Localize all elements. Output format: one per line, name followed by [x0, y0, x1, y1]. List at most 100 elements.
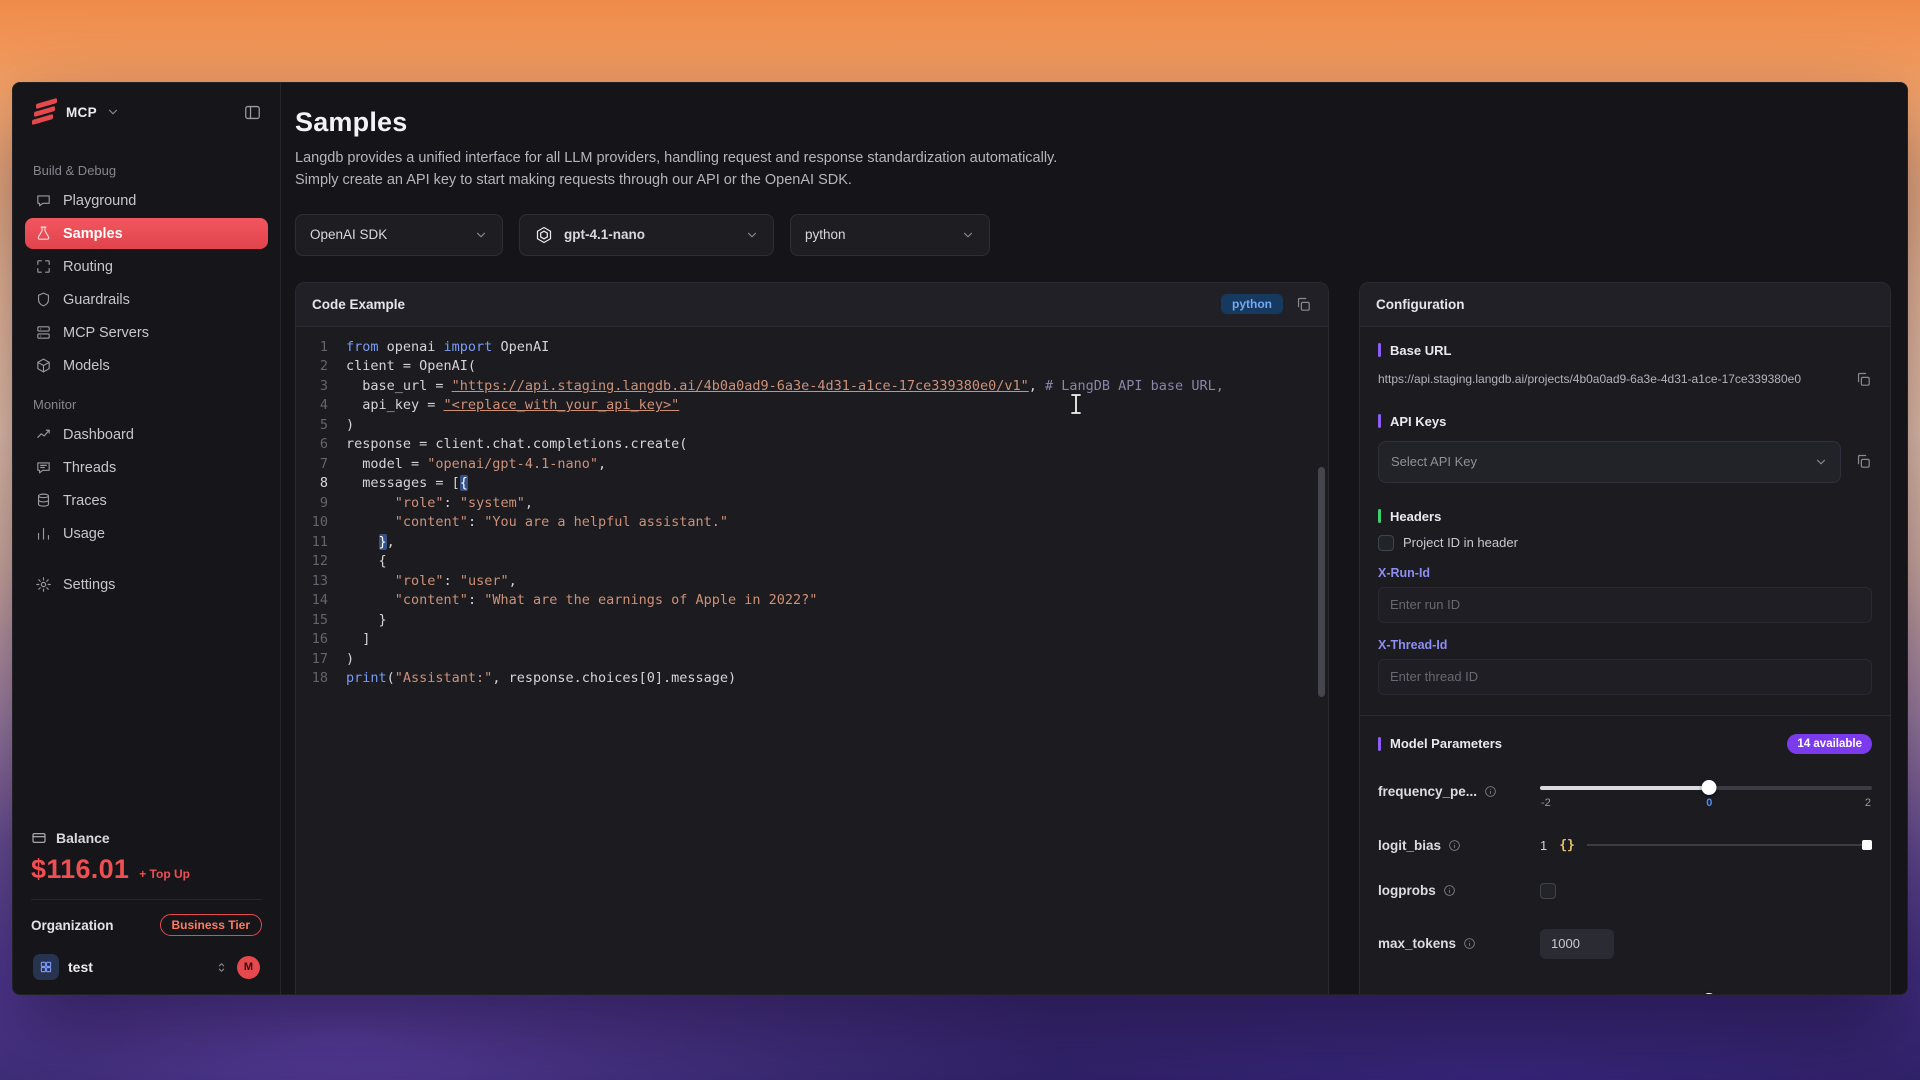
chevron-down-icon — [474, 228, 488, 242]
sidebar-item-label: Dashboard — [63, 427, 134, 443]
dashboard-icon — [35, 426, 52, 443]
line-content: response = client.chat.completions.creat… — [346, 435, 687, 455]
kv-count: 1 — [1540, 838, 1547, 853]
copy-api-key-icon[interactable] — [1855, 453, 1872, 470]
line-number: 12 — [296, 552, 346, 572]
sdk-select[interactable]: OpenAI SDK — [295, 214, 503, 256]
param-label: logit_bias — [1378, 838, 1530, 853]
code-line: 1from openai import OpenAI — [296, 338, 1328, 358]
code-editor[interactable]: 1from openai import OpenAI2client = Open… — [296, 327, 1328, 994]
line-number: 17 — [296, 650, 346, 670]
collapse-sidebar-icon[interactable] — [243, 103, 262, 122]
sidebar-item-traces[interactable]: Traces — [25, 485, 268, 516]
sidebar-item-routing[interactable]: Routing — [25, 251, 268, 282]
api-key-select[interactable]: Select API Key — [1378, 441, 1841, 483]
sidebar-item-dashboard[interactable]: Dashboard — [25, 419, 268, 450]
sidebar-item-playground[interactable]: Playground — [25, 185, 268, 216]
x-thread-id-label: X-Thread-Id — [1378, 638, 1872, 652]
sidebar-item-guardrails[interactable]: Guardrails — [25, 284, 268, 315]
param-row-logprobs: logprobs — [1378, 883, 1872, 899]
tier-badge: Business Tier — [160, 914, 262, 936]
sidebar-item-label: Usage — [63, 526, 105, 542]
line-number: 8 — [296, 474, 346, 494]
sidebar-item-usage[interactable]: Usage — [25, 518, 268, 549]
project-id-checkbox[interactable] — [1378, 535, 1394, 551]
sort-chevrons-icon — [215, 961, 228, 974]
thread-id-input[interactable] — [1378, 659, 1872, 695]
param-input-max_tokens[interactable]: 1000 — [1540, 929, 1614, 959]
slider-value-label: 0 — [1706, 797, 1712, 809]
usage-icon — [35, 525, 52, 542]
account-switcher[interactable]: test M — [31, 948, 262, 984]
workspace-switcher[interactable]: MCP — [25, 97, 268, 125]
param-row-max_tokens: max_tokens1000 — [1378, 929, 1872, 959]
page-description-line1: Langdb provides a unified interface for … — [295, 147, 1891, 169]
line-content: print("Assistant:", response.choices[0].… — [346, 669, 736, 689]
sidebar-item-label: MCP Servers — [63, 325, 149, 341]
line-number: 13 — [296, 572, 346, 592]
main-content: Samples Langdb provides a unified interf… — [281, 83, 1907, 994]
info-icon — [1463, 937, 1476, 950]
sidebar: MCP Build & DebugPlaygroundSamplesRoutin… — [13, 83, 281, 994]
copy-code-icon[interactable] — [1295, 296, 1312, 313]
param-slider-presence_pen[interactable]: -201.999 — [1540, 989, 1872, 994]
accent-bar — [1378, 343, 1381, 357]
sidebar-item-models[interactable]: Models — [25, 350, 268, 381]
organization-row: Organization Business Tier — [31, 899, 262, 948]
sidebar-item-label: Guardrails — [63, 292, 130, 308]
sidebar-item-threads[interactable]: Threads — [25, 452, 268, 483]
code-lines: 1from openai import OpenAI2client = Open… — [296, 338, 1328, 689]
workspace-name: MCP — [66, 105, 97, 120]
param-slider-frequency_pe[interactable]: -202 — [1540, 776, 1872, 808]
line-number: 14 — [296, 591, 346, 611]
param-row-logit_bias: logit_bias1{} — [1378, 838, 1872, 853]
code-line: 3 base_url = "https://api.staging.langdb… — [296, 377, 1328, 397]
info-icon — [1484, 785, 1497, 798]
sidebar-item-samples[interactable]: Samples — [25, 218, 268, 249]
threads-icon — [35, 459, 52, 476]
code-line: 17) — [296, 650, 1328, 670]
code-scrollbar[interactable] — [1318, 467, 1325, 697]
param-row-frequency_pe: frequency_pe...-202 — [1378, 776, 1872, 808]
code-line: 10 "content": "You are a helpful assista… — [296, 513, 1328, 533]
info-icon — [1448, 839, 1461, 852]
param-label: logprobs — [1378, 883, 1530, 898]
line-content: "role": "system", — [346, 494, 533, 514]
sidebar-item-label: Playground — [63, 193, 136, 209]
line-content: "role": "user", — [346, 572, 517, 592]
logit-bias-editor[interactable] — [1587, 838, 1872, 852]
slider-thumb[interactable] — [1702, 993, 1717, 994]
line-content: } — [346, 611, 387, 631]
line-content: api_key = "<replace_with_your_api_key>" — [346, 396, 679, 416]
line-content: model = "openai/gpt-4.1-nano", — [346, 455, 606, 475]
page-title: Samples — [295, 107, 1891, 138]
user-avatar[interactable]: M — [237, 956, 260, 979]
sidebar-item-mcp-servers[interactable]: MCP Servers — [25, 317, 268, 348]
sidebar-item-settings[interactable]: Settings — [25, 569, 268, 600]
copy-url-icon[interactable] — [1855, 371, 1872, 388]
chevron-down-icon — [1814, 455, 1828, 469]
param-row-presence_pen: presence_pen...-201.999 — [1378, 989, 1872, 994]
language-select[interactable]: python — [790, 214, 990, 256]
brand-logo-icon — [31, 99, 57, 125]
topup-button[interactable]: + Top Up — [139, 867, 190, 881]
organization-label: Organization — [31, 918, 114, 933]
sidebar-item-label: Threads — [63, 460, 116, 476]
line-number: 3 — [296, 377, 346, 397]
param-checkbox-logprobs[interactable] — [1540, 883, 1556, 899]
line-number: 16 — [296, 630, 346, 650]
code-line: 7 model = "openai/gpt-4.1-nano", — [296, 455, 1328, 475]
slider-thumb[interactable] — [1702, 780, 1717, 795]
chevron-down-icon — [745, 228, 759, 242]
line-content: "content": "What are the earnings of App… — [346, 591, 817, 611]
line-number: 10 — [296, 513, 346, 533]
nav-section-label: Monitor — [33, 397, 260, 412]
sidebar-item-label: Routing — [63, 259, 113, 275]
x-run-id-label: X-Run-Id — [1378, 566, 1872, 580]
run-id-input[interactable] — [1378, 587, 1872, 623]
accent-bar — [1378, 737, 1381, 751]
model-select[interactable]: gpt-4.1-nano — [519, 214, 774, 256]
sidebar-nav: Build & DebugPlaygroundSamplesRoutingGua… — [25, 147, 268, 602]
traces-icon — [35, 492, 52, 509]
language-badge: python — [1221, 294, 1283, 314]
